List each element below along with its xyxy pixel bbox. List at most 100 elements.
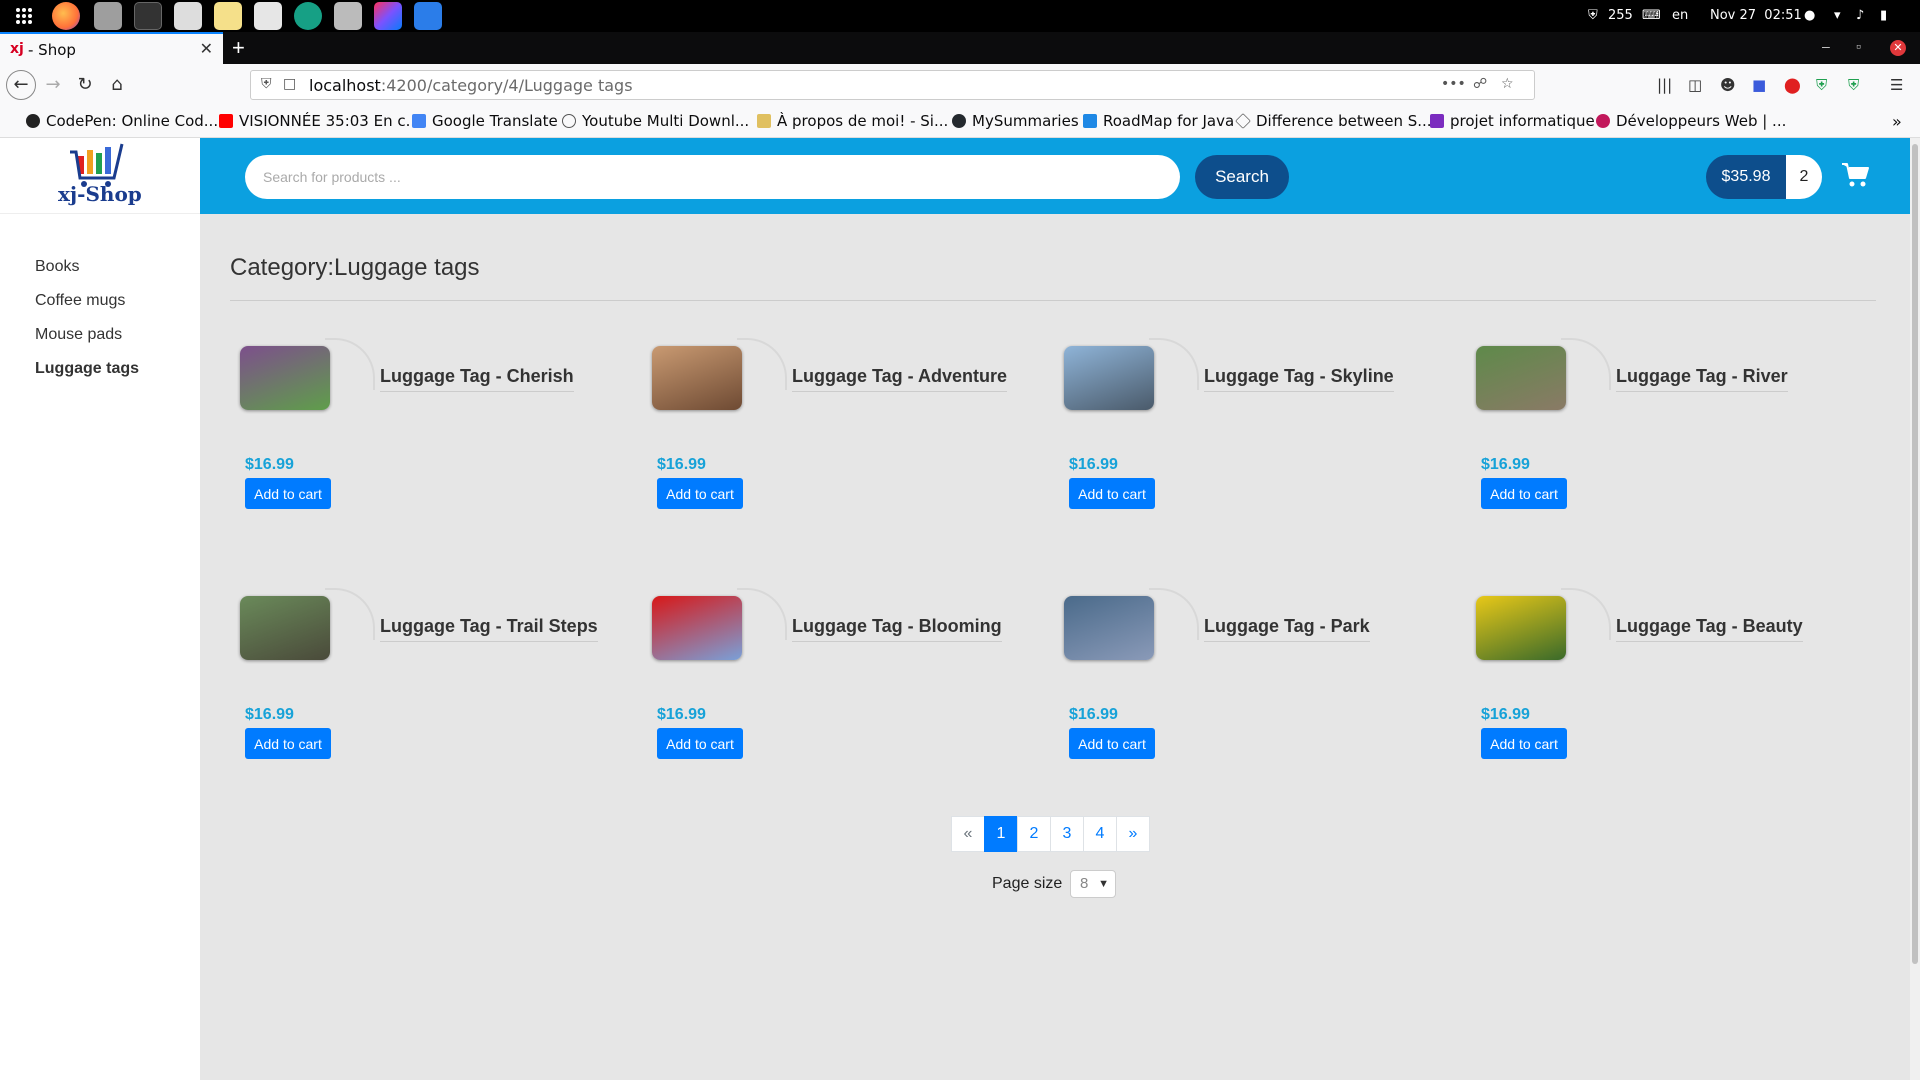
product-image[interactable] xyxy=(1476,596,1566,660)
window-close-icon[interactable]: ✕ xyxy=(1890,40,1906,56)
bookmark-item[interactable]: Google Translate xyxy=(412,112,558,130)
product-image[interactable] xyxy=(1064,596,1154,660)
product-image[interactable] xyxy=(240,596,330,660)
more-actions-icon[interactable]: ••• xyxy=(1441,76,1466,92)
back-button[interactable]: ← xyxy=(6,70,36,100)
bookmarks-overflow-icon[interactable]: » xyxy=(1892,112,1902,131)
terminal-icon[interactable] xyxy=(134,2,162,30)
category-books[interactable]: Books xyxy=(35,258,79,276)
battery-icon[interactable]: ▮ xyxy=(1880,0,1887,32)
shield-icon[interactable]: ⛨ xyxy=(261,76,272,92)
pagination-page-4[interactable]: 4 xyxy=(1083,816,1117,852)
bookmark-item[interactable]: RoadMap for Java xyxy=(1083,112,1234,130)
shield-count: 255 xyxy=(1608,8,1633,23)
new-tab-button[interactable]: + xyxy=(232,35,245,61)
pagination-page-3[interactable]: 3 xyxy=(1050,816,1084,852)
product-image[interactable] xyxy=(1064,346,1154,410)
clock[interactable]: Nov 27 02:51 xyxy=(1710,0,1802,32)
search-input[interactable] xyxy=(245,155,1180,199)
reload-button[interactable]: ↻ xyxy=(72,72,98,98)
category-luggage-tags[interactable]: Luggage tags xyxy=(35,360,139,378)
home-button[interactable]: ⌂ xyxy=(104,72,130,98)
pagination-page-2[interactable]: 2 xyxy=(1017,816,1051,852)
product-name[interactable]: Luggage Tag - Beauty xyxy=(1616,616,1803,642)
pagination-prev[interactable]: « xyxy=(951,816,985,852)
privacy-shield-icon[interactable]: ⛨ xyxy=(1848,76,1859,94)
language-indicator[interactable]: en xyxy=(1672,0,1688,32)
bookmark-item[interactable]: Développeurs Web | ... xyxy=(1596,112,1786,130)
url-text[interactable]: localhost:4200/category/4/Luggage tags xyxy=(309,76,633,95)
firefox-icon[interactable] xyxy=(52,2,80,30)
bookmark-item[interactable]: Difference between S... xyxy=(1235,112,1432,130)
pagination-page-1[interactable]: 1 xyxy=(984,816,1018,852)
add-to-cart-button[interactable]: Add to cart xyxy=(1481,478,1567,509)
adblock-icon[interactable]: ⬤ xyxy=(1784,76,1801,94)
restore-icon[interactable]: ▫ xyxy=(1856,38,1861,54)
account-icon[interactable]: ☻ xyxy=(1720,76,1736,94)
add-to-cart-button[interactable]: Add to cart xyxy=(1069,478,1155,509)
category-coffee-mugs[interactable]: Coffee mugs xyxy=(35,292,125,310)
wifi-icon[interactable]: ▾ xyxy=(1834,0,1841,32)
product-name[interactable]: Luggage Tag - Cherish xyxy=(380,366,574,392)
url-bar[interactable]: ⛨ □ localhost:4200/category/4/Luggage ta… xyxy=(250,70,1535,100)
cart-total[interactable]: $35.98 xyxy=(1706,155,1786,199)
product-name[interactable]: Luggage Tag - Trail Steps xyxy=(380,616,598,642)
product-name[interactable]: Luggage Tag - Park xyxy=(1204,616,1370,642)
close-icon[interactable]: ✕ xyxy=(200,39,213,59)
bookmark-item[interactable]: projet informatique xyxy=(1430,112,1595,130)
product-image[interactable] xyxy=(240,346,330,410)
tag-strap xyxy=(737,338,787,390)
product-image[interactable] xyxy=(1476,346,1566,410)
sidebar-icon[interactable]: ◫ xyxy=(1688,76,1702,94)
cart-count[interactable]: 2 xyxy=(1786,155,1822,199)
clipboard-icon[interactable] xyxy=(254,2,282,30)
bookmark-item[interactable]: MySummaries xyxy=(952,112,1079,130)
product-name[interactable]: Luggage Tag - River xyxy=(1616,366,1788,392)
scrollbar-thumb[interactable] xyxy=(1912,144,1918,964)
bookmark-star-icon[interactable]: ☆ xyxy=(1501,76,1514,92)
notification-dot-icon: ● xyxy=(1804,8,1816,23)
tab-title: - Shop xyxy=(28,41,76,59)
add-to-cart-button[interactable]: Add to cart xyxy=(1069,728,1155,759)
bookmark-item[interactable]: VISIONNÉE 35:03 En c... xyxy=(219,112,420,130)
tag-strap xyxy=(1561,588,1611,640)
finder-icon[interactable] xyxy=(174,2,202,30)
downloads-icon[interactable] xyxy=(334,2,362,30)
page-size-select[interactable]: 8 ▼ xyxy=(1070,870,1116,898)
add-to-cart-button[interactable]: Add to cart xyxy=(245,478,331,509)
menu-icon[interactable]: ☰ xyxy=(1890,76,1903,94)
translate-extension-icon[interactable]: ■ xyxy=(1752,76,1766,94)
minimize-icon[interactable]: – xyxy=(1822,38,1830,54)
add-to-cart-button[interactable]: Add to cart xyxy=(1481,728,1567,759)
pocket-icon[interactable]: ☍ xyxy=(1473,76,1487,92)
page-scrollbar[interactable] xyxy=(1910,138,1920,1080)
volume-icon[interactable]: ♪ xyxy=(1856,0,1864,32)
tab-shop[interactable]: xj - Shop ✕ xyxy=(0,32,223,64)
chrome-icon[interactable] xyxy=(294,2,322,30)
docs-icon[interactable] xyxy=(414,2,442,30)
add-to-cart-button[interactable]: Add to cart xyxy=(657,728,743,759)
add-to-cart-button[interactable]: Add to cart xyxy=(657,478,743,509)
product-image[interactable] xyxy=(652,596,742,660)
category-mouse-pads[interactable]: Mouse pads xyxy=(35,326,122,344)
shopping-cart-icon[interactable] xyxy=(1840,160,1870,190)
intellij-icon[interactable] xyxy=(374,2,402,30)
forward-button[interactable]: → xyxy=(40,72,66,98)
page-icon[interactable]: □ xyxy=(283,76,296,92)
vpn-shield-icon[interactable]: ⛨ xyxy=(1816,76,1827,94)
apps-grid-icon[interactable] xyxy=(10,2,38,30)
product-image[interactable] xyxy=(652,346,742,410)
shop-logo[interactable]: xj-Shop xyxy=(0,138,200,214)
product-name[interactable]: Luggage Tag - Skyline xyxy=(1204,366,1394,392)
library-icon[interactable]: ||| xyxy=(1657,76,1672,94)
search-button[interactable]: Search xyxy=(1195,155,1289,199)
bookmark-item[interactable]: À propos de moi! - Si... xyxy=(757,112,948,130)
bookmark-item[interactable]: CodePen: Online Cod... xyxy=(26,112,218,130)
notes-icon[interactable] xyxy=(214,2,242,30)
product-name[interactable]: Luggage Tag - Adventure xyxy=(792,366,1008,392)
bookmark-item[interactable]: Youtube Multi Downl... xyxy=(562,112,749,130)
pagination-next[interactable]: » xyxy=(1116,816,1150,852)
product-name[interactable]: Luggage Tag - Blooming xyxy=(792,616,1002,642)
files-icon[interactable] xyxy=(94,2,122,30)
add-to-cart-button[interactable]: Add to cart xyxy=(245,728,331,759)
